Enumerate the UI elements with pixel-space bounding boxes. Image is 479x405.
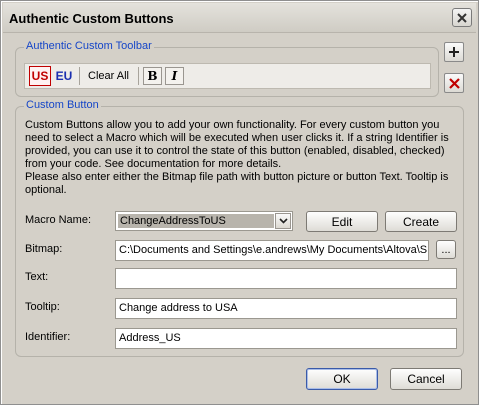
bitmap-label: Bitmap: xyxy=(25,243,63,255)
custom-toolbar-preview: US EU Clear All B I xyxy=(24,63,431,89)
bold-toolbar-button[interactable]: B xyxy=(142,67,162,85)
toolbar-separator xyxy=(79,67,80,85)
dialog-window: Authentic Custom Buttons Authentic Custo… xyxy=(0,0,479,405)
clear-all-toolbar-button[interactable]: Clear All xyxy=(84,66,133,86)
ok-button[interactable]: OK xyxy=(306,368,378,390)
italic-toolbar-button[interactable]: I xyxy=(164,67,184,85)
tooltip-label: Tooltip: xyxy=(25,301,60,313)
toolbar-group-legend: Authentic Custom Toolbar xyxy=(24,40,154,52)
bitmap-path-field[interactable]: C:\Documents and Settings\e.andrews\My D… xyxy=(115,240,429,261)
toolbar-group: Authentic Custom Toolbar US EU Clear All… xyxy=(15,40,439,97)
text-label: Text: xyxy=(25,271,49,283)
title-bar: Authentic Custom Buttons xyxy=(3,3,476,33)
dropdown-button[interactable] xyxy=(275,213,291,229)
create-button[interactable]: Create xyxy=(385,211,457,232)
macro-name-select[interactable]: ChangeAddressToUS xyxy=(115,211,293,231)
browse-button[interactable]: ... xyxy=(436,240,456,259)
close-icon xyxy=(457,12,467,23)
identifier-field[interactable]: Address_US xyxy=(115,328,457,349)
close-button[interactable] xyxy=(452,8,472,27)
toolbar-separator xyxy=(137,67,139,85)
us-toolbar-button[interactable]: US xyxy=(29,66,51,86)
identifier-label: Identifier: xyxy=(25,331,71,343)
macro-name-label: Macro Name: xyxy=(25,214,92,226)
macro-name-selected-value: ChangeAddressToUS xyxy=(118,214,274,228)
text-field[interactable] xyxy=(115,268,457,289)
eu-toolbar-button[interactable]: EU xyxy=(54,66,74,86)
description-paragraph: Please also enter either the Bitmap file… xyxy=(25,170,449,196)
delete-custom-button[interactable] xyxy=(444,73,464,93)
description-text: Custom Buttons allow you to add your own… xyxy=(25,119,457,196)
tooltip-field[interactable]: Change address to USA xyxy=(115,298,457,319)
add-custom-button[interactable] xyxy=(444,42,464,62)
plus-icon xyxy=(449,47,459,57)
edit-button[interactable]: Edit xyxy=(306,211,378,232)
window-title: Authentic Custom Buttons xyxy=(9,11,174,26)
custom-button-group-legend: Custom Button xyxy=(24,99,101,111)
description-paragraph: Custom Buttons allow you to add your own… xyxy=(25,119,449,170)
custom-button-group: Custom Button Custom Buttons allow you t… xyxy=(15,99,464,357)
cancel-button[interactable]: Cancel xyxy=(390,368,462,390)
chevron-down-icon xyxy=(278,218,288,224)
delete-x-icon xyxy=(448,77,460,89)
